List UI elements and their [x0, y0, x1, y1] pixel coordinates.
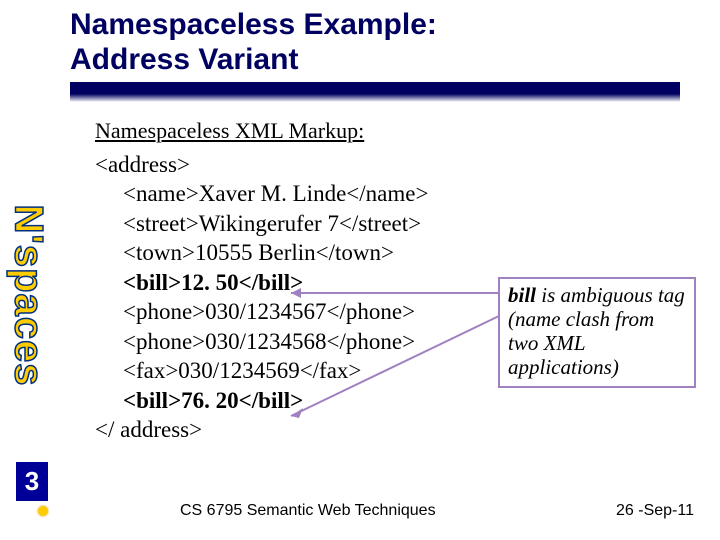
code-line-9: <bill>76. 20</bill> — [123, 388, 303, 413]
sidebar-text: N'spaces — [6, 204, 51, 386]
code-line-3: <street>Wikingerufer 7</street> — [123, 211, 421, 236]
code-line-2: <name>Xaver M. Linde</name> — [123, 181, 428, 206]
code-line-10: </ address> — [95, 417, 202, 442]
code-line-5: <bill>12. 50</bill> — [123, 270, 303, 295]
code-line-4: <town>10555 Berlin</town> — [123, 240, 394, 265]
sidebar-label: N'spaces — [6, 170, 50, 420]
section-subheading: Namespaceless XML Markup: — [95, 118, 364, 144]
code-line-8: <fax>030/1234569</fax> — [123, 358, 361, 383]
code-line-6: <phone>030/1234567</phone> — [123, 299, 415, 324]
title-underline-bar — [70, 82, 680, 102]
code-line-1: <address> — [95, 152, 190, 177]
footer-bullet-icon — [38, 506, 48, 516]
annotation-keyword: bill — [508, 283, 536, 307]
title-line-1: Namespaceless Example: — [70, 8, 437, 41]
code-line-7: <phone>030/1234568</phone> — [123, 329, 415, 354]
slide: Namespaceless Example: Address Variant N… — [0, 0, 720, 540]
title-line-2: Address Variant — [70, 43, 298, 76]
annotation-box: bill is ambiguous tag (name clash from t… — [498, 277, 696, 388]
slide-number-badge: 3 — [16, 462, 48, 501]
xml-code-block: <address> <name>Xaver M. Linde</name> <s… — [95, 150, 428, 444]
footer-date: 26 -Sep-11 — [616, 502, 694, 520]
slide-title: Namespaceless Example: Address Variant — [70, 8, 670, 77]
footer-text: CS 6795 Semantic Web Techniques — [180, 502, 436, 520]
